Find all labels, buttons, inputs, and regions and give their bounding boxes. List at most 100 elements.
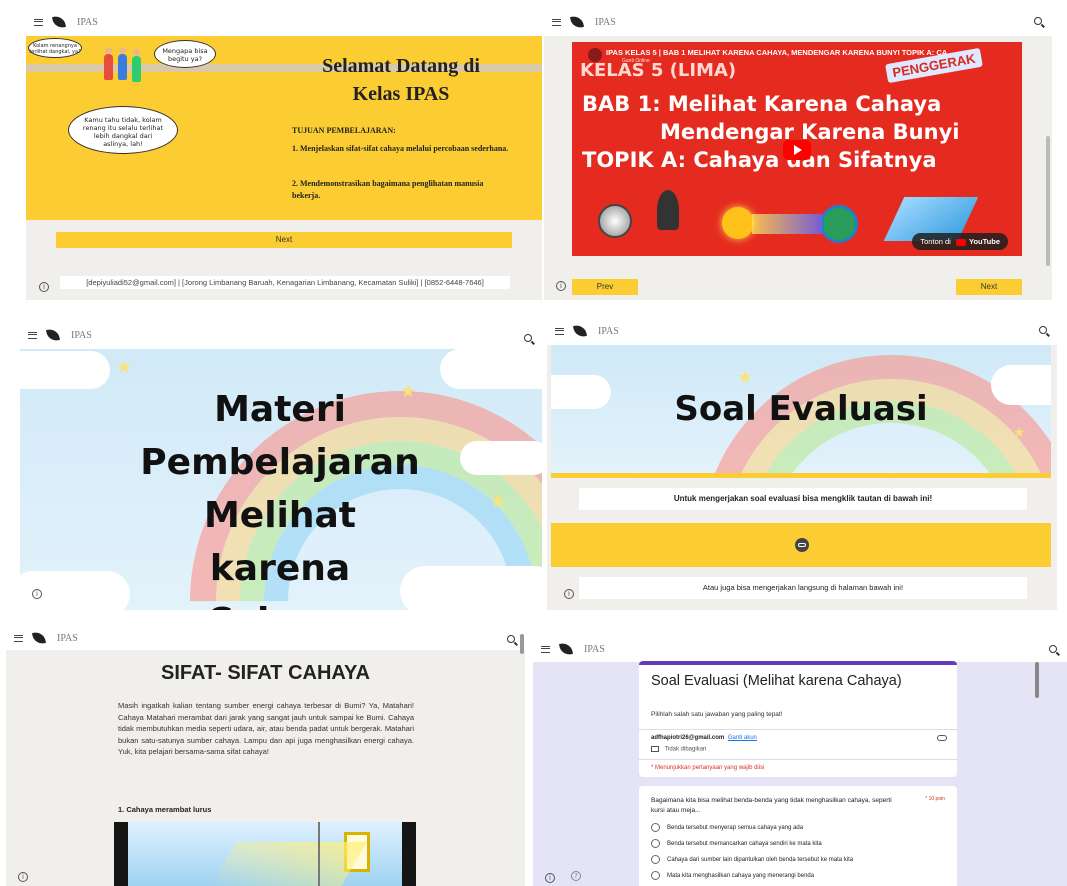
radio-button[interactable] xyxy=(651,839,660,848)
next-button[interactable]: Next xyxy=(956,279,1022,295)
share-icon xyxy=(651,746,659,752)
scrollbar[interactable] xyxy=(1046,136,1050,266)
info-icon[interactable]: i xyxy=(39,282,49,292)
required-note: * Menunjukkan pertanyaan yang wajib diis… xyxy=(651,765,765,771)
info-icon[interactable]: i xyxy=(32,589,42,599)
kid-figure xyxy=(118,47,127,80)
intro-paragraph: Masih ingatkah kalian tentang sumber ene… xyxy=(118,701,414,756)
prev-button[interactable]: Prev xyxy=(572,279,638,295)
points-label: * 10 poin xyxy=(925,796,945,802)
page-title: Soal Evaluasi xyxy=(674,389,928,429)
globe-graphic xyxy=(820,205,858,243)
site-name[interactable]: IPAS xyxy=(57,633,78,644)
site-name[interactable]: IPAS xyxy=(71,330,92,341)
option-label: Mata kita menghasilkan cahaya yang mener… xyxy=(667,873,815,880)
alt-instruction-text: Atau juga bisa mengerjakan langsung di h… xyxy=(579,577,1027,599)
search-icon[interactable] xyxy=(1034,17,1042,25)
leaf-logo-icon xyxy=(559,642,573,656)
link-band xyxy=(551,523,1051,567)
class-badge: KELAS 5 (LIMA) xyxy=(580,60,737,81)
kid-figure xyxy=(104,47,113,80)
search-icon[interactable] xyxy=(1049,645,1057,653)
menu-icon[interactable] xyxy=(541,645,550,653)
top-bar: IPAS xyxy=(544,8,1052,36)
heading-line: Mendengar Karena Bunyi xyxy=(660,120,960,144)
leaf-logo-icon xyxy=(46,328,60,342)
site-name[interactable]: IPAS xyxy=(77,17,98,28)
info-icon[interactable]: i xyxy=(564,589,574,599)
light-illustration xyxy=(114,822,416,886)
answer-option[interactable]: Benda tersebut memancarkan cahaya sendir… xyxy=(651,839,822,848)
radio-button[interactable] xyxy=(651,823,660,832)
panel-welcome: IPAS Kolam renangnya terlihat dangkal, y… xyxy=(26,8,542,300)
heading-line: TOPIK A: Cahaya dan Sifatnya xyxy=(582,148,937,172)
instruction-text: Untuk mengerjakan soal evaluasi bisa men… xyxy=(579,488,1027,510)
play-button[interactable] xyxy=(783,140,811,160)
radio-button[interactable] xyxy=(651,871,660,880)
option-label: Benda tersebut menyerap semua cahaya yan… xyxy=(667,825,804,832)
form-header-card: Soal Evaluasi (Melihat karena Cahaya) Pi… xyxy=(639,661,957,777)
panel-video: IPAS IPAS KELAS 5 | BAB 1 MELIHAT KARENA… xyxy=(544,8,1052,300)
radio-button[interactable] xyxy=(651,855,660,864)
objectives-heading: TUJUAN PEMBELAJARAN: xyxy=(292,126,396,135)
question-text: Bagaimana kita bisa melihat benda-benda … xyxy=(651,797,892,814)
page-title: Materi Pembelajaran Melihat karena Cahay… xyxy=(130,383,430,610)
scrollbar[interactable] xyxy=(520,634,524,654)
page-title: Selamat Datang di Kelas IPAS xyxy=(322,55,480,105)
play-icon xyxy=(794,145,802,155)
panel-sifat-cahaya: IPAS SIFAT- SIFAT CAHAYA Masih ingatkah … xyxy=(6,626,525,886)
question-card: Bagaimana kita bisa melihat benda-benda … xyxy=(639,786,957,886)
info-icon[interactable]: i xyxy=(18,872,28,882)
account-label: adfhapiotri26@gmail.com xyxy=(651,735,725,741)
top-bar: IPAS xyxy=(26,8,542,36)
site-name[interactable]: IPAS xyxy=(595,17,616,28)
site-name[interactable]: IPAS xyxy=(584,644,605,655)
section-title: SIFAT- SIFAT CAHAYA xyxy=(161,662,370,684)
next-button[interactable]: Next xyxy=(56,232,512,248)
answer-option[interactable]: Benda tersebut menyerap semua cahaya yan… xyxy=(651,823,803,832)
cloud-decoration xyxy=(460,441,542,475)
info-icon[interactable]: i xyxy=(556,281,566,291)
info-icon[interactable]: i xyxy=(545,873,555,883)
top-bar: IPAS xyxy=(533,636,1067,662)
answer-option[interactable]: Cahaya dari sumber lain dipantulkan oleh… xyxy=(651,855,853,864)
leaf-logo-icon xyxy=(32,631,46,645)
site-name[interactable]: IPAS xyxy=(598,326,619,337)
not-shared-label: Tidak dibagikan xyxy=(664,746,707,753)
menu-icon[interactable] xyxy=(555,327,564,335)
search-icon[interactable] xyxy=(507,635,515,643)
welcome-section: Kolam renangnya terlihat dangkal, ya? Me… xyxy=(26,36,542,220)
cloud-decoration xyxy=(20,351,110,389)
kid-figure xyxy=(132,49,141,82)
scrollbar[interactable] xyxy=(1035,662,1039,698)
watch-on-youtube-button[interactable]: Tonton di YouTube xyxy=(912,233,1008,250)
search-icon[interactable] xyxy=(1039,326,1047,334)
objective-item: 1. Menjelaskan sifat-sifat cahaya melalu… xyxy=(292,144,509,153)
help-icon[interactable]: ? xyxy=(571,871,581,881)
speech-bubble: Mengapa bisa begitu ya? xyxy=(154,40,216,68)
heading-line: BAB 1: Melihat Karena Cahaya xyxy=(582,92,942,116)
video-player[interactable]: IPAS KELAS 5 | BAB 1 MELIHAT KARENA CAHA… xyxy=(572,42,1022,256)
sun-graphic xyxy=(722,207,754,239)
menu-icon[interactable] xyxy=(552,18,561,26)
not-shared-row: Tidak dibagikan xyxy=(651,746,706,753)
menu-icon[interactable] xyxy=(34,18,43,26)
answer-option[interactable]: Mata kita menghasilkan cahaya yang mener… xyxy=(651,871,814,880)
leaf-logo-icon xyxy=(573,324,587,338)
leaf-logo-icon xyxy=(52,15,66,29)
youtube-logo-icon xyxy=(955,238,966,246)
wall-divider xyxy=(318,822,320,886)
link-button[interactable] xyxy=(795,538,809,552)
cloud-icon[interactable] xyxy=(937,735,947,741)
divider xyxy=(551,473,1051,478)
option-label: Cahaya dari sumber lain dipantulkan oleh… xyxy=(667,857,854,864)
lens-graphic xyxy=(598,204,632,238)
switch-account-link[interactable]: Ganti akun xyxy=(728,735,757,741)
menu-icon[interactable] xyxy=(28,331,37,339)
title-line: karena Cahaya xyxy=(206,548,353,610)
menu-icon[interactable] xyxy=(14,634,23,642)
light-beam xyxy=(752,214,822,234)
header-divider xyxy=(639,759,957,760)
search-icon[interactable] xyxy=(524,334,532,342)
light-beam xyxy=(211,842,367,886)
